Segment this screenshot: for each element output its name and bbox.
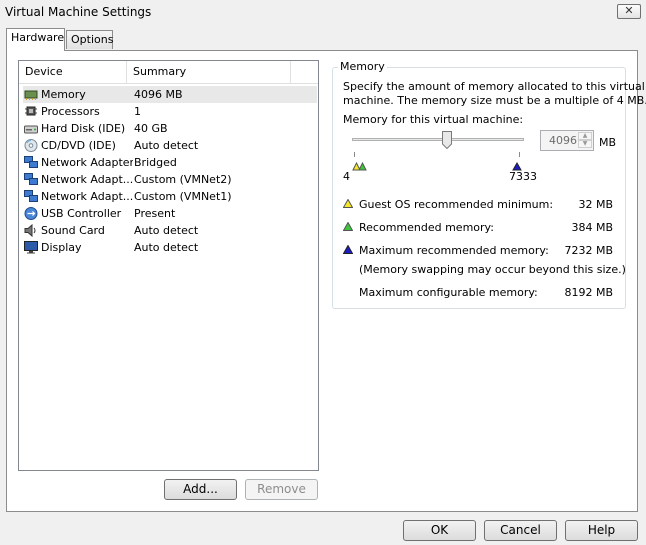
device-row-sound-card[interactable]: Sound Card Auto detect [23,222,317,239]
device-row-hard-disk[interactable]: Hard Disk (IDE) 40 GB [23,120,317,137]
device-name: Processors [41,105,100,118]
slider-markers [352,161,367,171]
tab-hardware-label: Hardware [11,31,65,44]
device-name: Network Adapt... [41,173,133,186]
network-adapter-icon [24,173,38,185]
device-summary: Custom (VMNet2) [134,173,232,186]
usb-icon [24,207,38,220]
max-recommended-label: Maximum recommended memory: [359,244,549,257]
swap-note: (Memory swapping may occur beyond this s… [359,263,626,276]
spin-down-icon[interactable]: ▼ [578,140,592,148]
device-row-usb-controller[interactable]: USB Controller Present [23,205,317,222]
memory-value-spinner[interactable]: 4096 ▲ ▼ [540,130,594,151]
network-adapter-icon [24,190,38,202]
close-icon: ✕ [624,4,634,17]
device-name: Hard Disk (IDE) [41,122,126,135]
speaker-icon [24,224,36,237]
column-header-summary[interactable]: Summary [127,61,291,83]
device-name: Sound Card [41,224,105,237]
device-row-cd-dvd[interactable]: CD/DVD (IDE) Auto detect [23,137,317,154]
recommended-value: 384 MB [571,221,613,234]
device-row-network-adapter-3[interactable]: Network Adapt... Custom (VMNet1) [23,188,317,205]
close-button[interactable]: ✕ [617,4,641,19]
cancel-button[interactable]: Cancel [484,520,557,541]
device-summary: Auto detect [134,241,199,254]
device-name: Memory [41,88,86,101]
device-summary: 1 [134,105,141,118]
max-configurable-value: 8192 MB [564,286,613,299]
recommended-marker [358,161,367,171]
column-header-device-label: Device [25,65,63,78]
device-name: Display [41,241,82,254]
ok-button[interactable]: OK [403,520,476,541]
add-device-button[interactable]: Add... [164,479,237,500]
device-name: Network Adapt... [41,190,133,203]
device-row-memory[interactable]: Memory 4096 MB [23,86,317,103]
memory-icon [24,90,38,100]
guest-min-value: 32 MB [578,198,613,211]
memory-value-input[interactable]: 4096 [549,134,577,147]
memory-unit-label: MB [599,136,617,149]
max-recommended-legend-icon [343,245,353,254]
device-summary: 4096 MB [134,88,183,101]
device-name: Network Adapter [41,156,133,169]
device-name: USB Controller [41,207,122,220]
memory-field-label: Memory for this virtual machine: [343,113,524,126]
slider-max-label: 7333 [509,170,537,183]
max-recommended-value: 7232 MB [564,244,613,257]
slider-min-label: 4 [343,170,350,183]
guest-min-legend-icon [343,199,353,208]
tab-options-label: Options [71,33,114,46]
device-summary: Auto detect [134,224,199,237]
device-list-header: Device Summary [19,61,318,84]
title-bar: Virtual Machine Settings ✕ [0,0,646,24]
memory-description-line-2: machine. The memory size must be a multi… [343,94,646,107]
recommended-legend-icon [343,222,353,231]
max-configurable-label: Maximum configurable memory: [359,286,538,299]
device-row-network-adapter-2[interactable]: Network Adapt... Custom (VMNet2) [23,171,317,188]
spin-up-icon[interactable]: ▲ [578,132,592,140]
device-summary: Custom (VMNet1) [134,190,232,203]
slider-tick-min [354,152,355,157]
monitor-icon [24,241,38,254]
hard-disk-icon [24,125,38,134]
help-button[interactable]: Help [565,520,638,541]
processor-icon [25,106,37,116]
tab-hardware[interactable]: Hardware [6,28,65,51]
network-adapter-icon [24,156,38,168]
device-summary: Auto detect [134,139,199,152]
column-header-device[interactable]: Device [19,61,127,83]
remove-device-button[interactable]: Remove [245,479,318,500]
memory-group-title: Memory [338,60,387,73]
recommended-label: Recommended memory: [359,221,494,234]
column-header-summary-label: Summary [133,65,187,78]
guest-min-label: Guest OS recommended minimum: [359,198,554,211]
device-summary: Bridged [134,156,177,169]
memory-description-line-1: Specify the amount of memory allocated t… [343,80,645,93]
slider-tick-max [519,152,520,157]
guest-min-marker [352,161,361,171]
device-row-network-adapter[interactable]: Network Adapter Bridged [23,154,317,171]
memory-slider-thumb[interactable] [442,131,452,149]
device-name: CD/DVD (IDE) [41,139,116,152]
device-summary: Present [134,207,176,220]
device-row-display[interactable]: Display Auto detect [23,239,317,256]
memory-slider-track[interactable] [352,138,524,141]
device-list[interactable]: Device Summary Memory 4096 MB Processors… [18,60,319,471]
window-title: Virtual Machine Settings [5,5,152,19]
tab-options[interactable]: Options [66,30,113,49]
cd-dvd-icon [24,139,38,152]
device-row-processors[interactable]: Processors 1 [23,103,317,120]
device-summary: 40 GB [134,122,168,135]
